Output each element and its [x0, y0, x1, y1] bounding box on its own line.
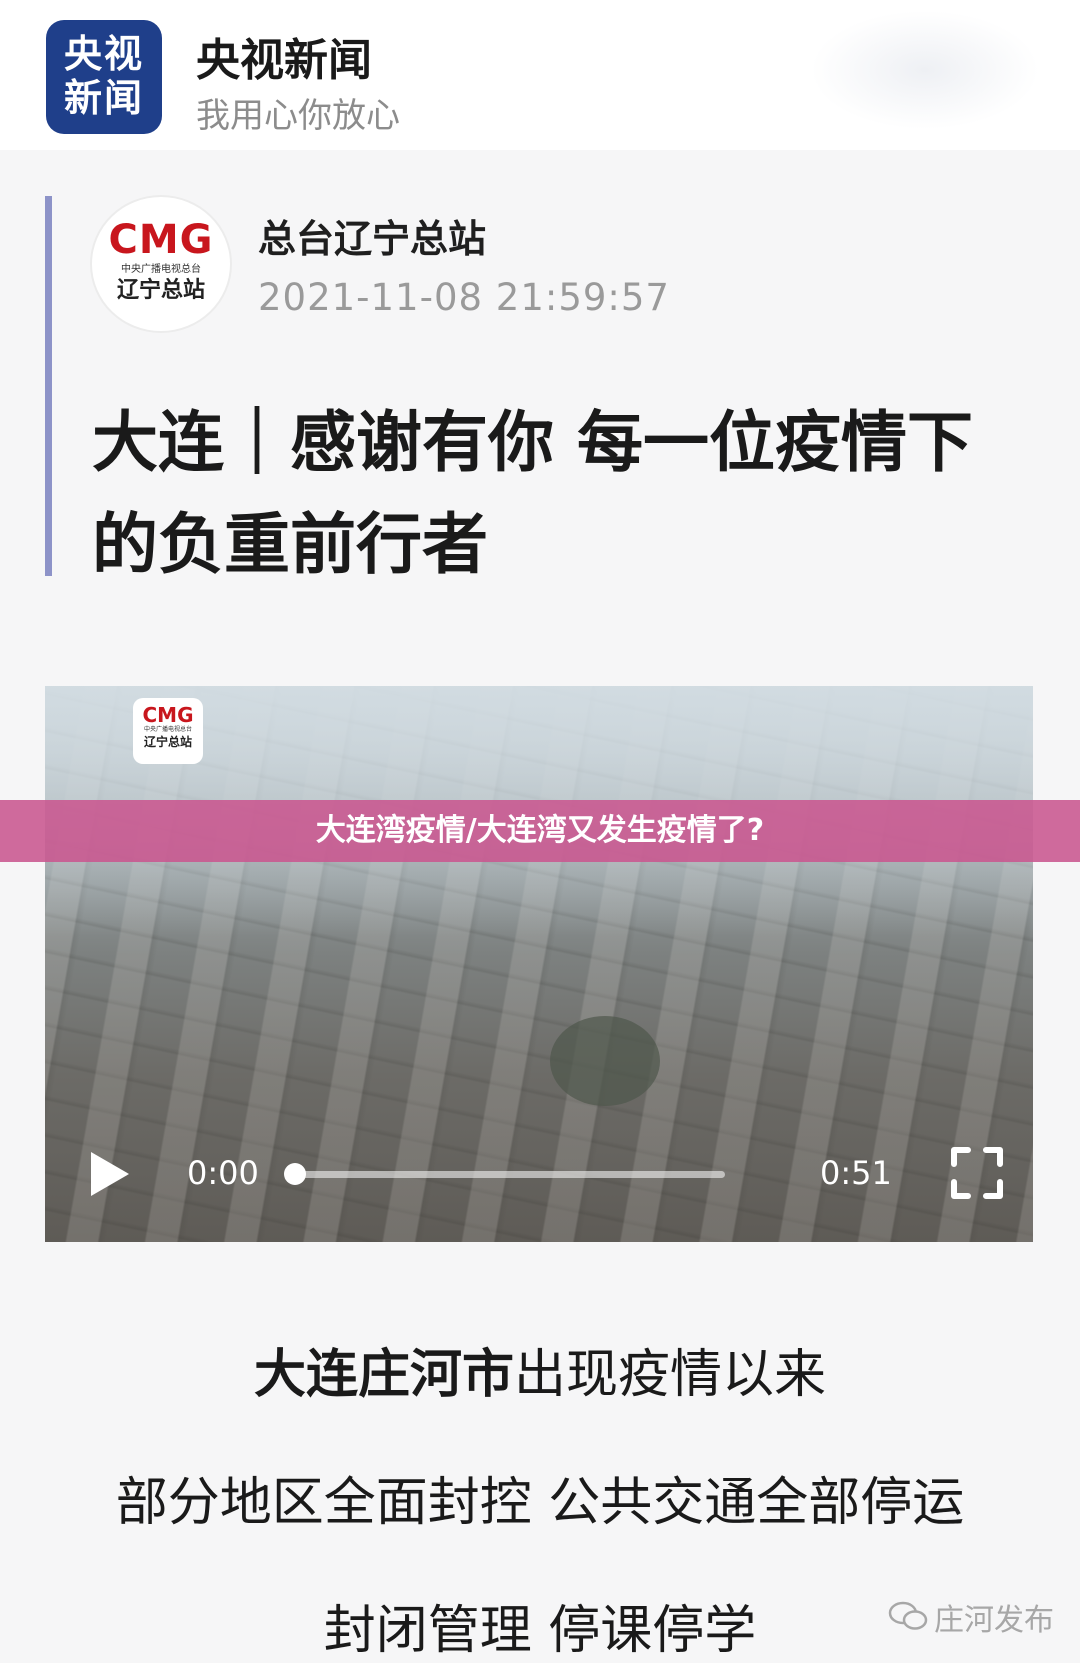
progress-handle[interactable] — [284, 1163, 306, 1185]
avatar-brand: CMG — [108, 217, 214, 263]
fullscreen-icon[interactable] — [950, 1146, 1004, 1200]
current-time: 0:00 — [187, 1154, 259, 1192]
header-decoration — [810, 10, 1040, 130]
total-time: 0:51 — [820, 1154, 892, 1192]
video-player[interactable]: CMG 中央广播电视总台 辽宁总站 0:00 0:51 — [45, 686, 1033, 1242]
cctv-news-logo: 央视 新闻 — [46, 20, 162, 134]
author-name[interactable]: 总台辽宁总站 — [258, 208, 486, 263]
app-header: 央视 新闻 央视新闻 我用心你放心 — [0, 0, 1080, 150]
author-avatar[interactable]: CMG 中央广播电视总台 辽宁总站 — [92, 197, 230, 331]
body-line-1-strong: 大连庄河市 — [253, 1345, 514, 1405]
video-channel-badge: CMG 中央广播电视总台 辽宁总站 — [133, 698, 203, 764]
app-name: 央视新闻 — [196, 35, 372, 86]
logo-line-2: 新闻 — [63, 76, 144, 120]
quote-accent-bar — [45, 196, 52, 576]
badge-org: 中央广播电视总台 — [143, 726, 192, 733]
avatar-station: 辽宁总站 — [116, 278, 205, 303]
body-line-1: 大连庄河市出现疫情以来 — [0, 1332, 1080, 1407]
source-watermark: 庄河发布 — [934, 1595, 1054, 1639]
progress-bar[interactable] — [295, 1171, 725, 1178]
video-frame-plaza — [550, 1016, 660, 1106]
article-title: 大连｜感谢有你 每一位疫情下的负重前行者 — [92, 404, 973, 583]
app-slogan: 我用心你放心 — [196, 96, 400, 136]
body-line-2: 部分地区全面封控 公共交通全部停运 — [115, 1473, 965, 1533]
play-icon[interactable] — [83, 1148, 135, 1200]
body-line-1-rest: 出现疫情以来 — [514, 1345, 827, 1405]
logo-line-1: 央视 — [63, 32, 144, 76]
overlay-headline: 大连湾疫情/大连湾又发生疫情了? — [315, 813, 765, 848]
badge-station: 辽宁总站 — [143, 735, 192, 749]
headline-overlay-banner: 大连湾疫情/大连湾又发生疫情了? — [0, 800, 1080, 862]
avatar-org: 中央广播电视总台 — [121, 264, 201, 275]
badge-brand: CMG — [142, 703, 194, 727]
wechat-icon — [888, 1601, 928, 1630]
watermark-text: 庄河发布 — [934, 1603, 1054, 1638]
post-timestamp: 2021-11-08 21:59:57 — [258, 276, 670, 319]
